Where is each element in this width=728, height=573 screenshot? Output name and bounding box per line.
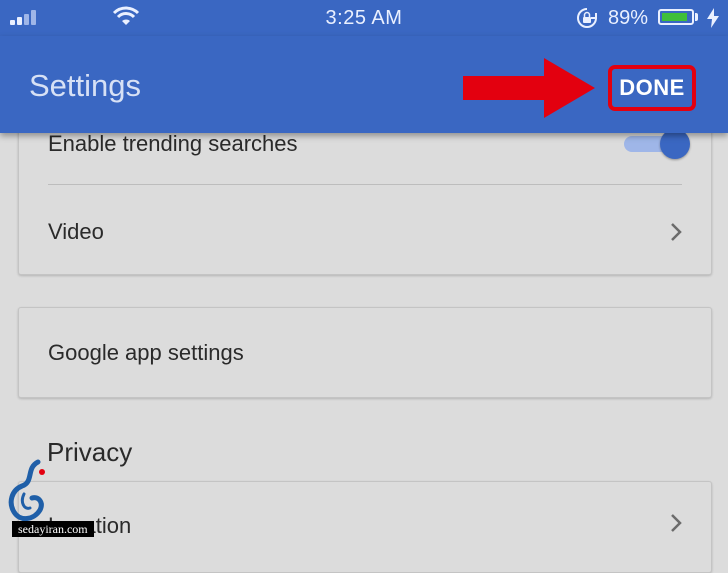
charging-bolt-icon: [707, 8, 719, 28]
annotation-arrow-icon: [463, 58, 595, 118]
app-bar: Settings DONE: [0, 36, 728, 133]
video-row[interactable]: Video: [19, 185, 711, 274]
privacy-section-header: Privacy: [47, 437, 133, 467]
page-title: Settings: [29, 68, 142, 103]
chevron-right-icon: [671, 223, 682, 241]
settings-card-location[interactable]: Location: [18, 481, 712, 573]
done-button[interactable]: DONE: [608, 65, 696, 111]
settings-card-google-app[interactable]: Google app settings: [18, 307, 712, 398]
battery-icon: [658, 9, 694, 25]
watermark-text: sedayiran.com: [12, 521, 94, 537]
chevron-right-icon: [671, 514, 682, 532]
status-bar: 3:25 AM 89%: [0, 0, 728, 36]
battery-fill: [662, 13, 687, 21]
toggle-knob: [660, 129, 690, 159]
rotation-lock-icon: [577, 8, 597, 28]
trending-searches-label: Enable trending searches: [48, 131, 298, 156]
google-app-settings-label: Google app settings: [48, 340, 244, 365]
battery-tip: [695, 13, 698, 21]
video-label: Video: [48, 219, 104, 244]
battery-percent: 89%: [608, 7, 649, 29]
